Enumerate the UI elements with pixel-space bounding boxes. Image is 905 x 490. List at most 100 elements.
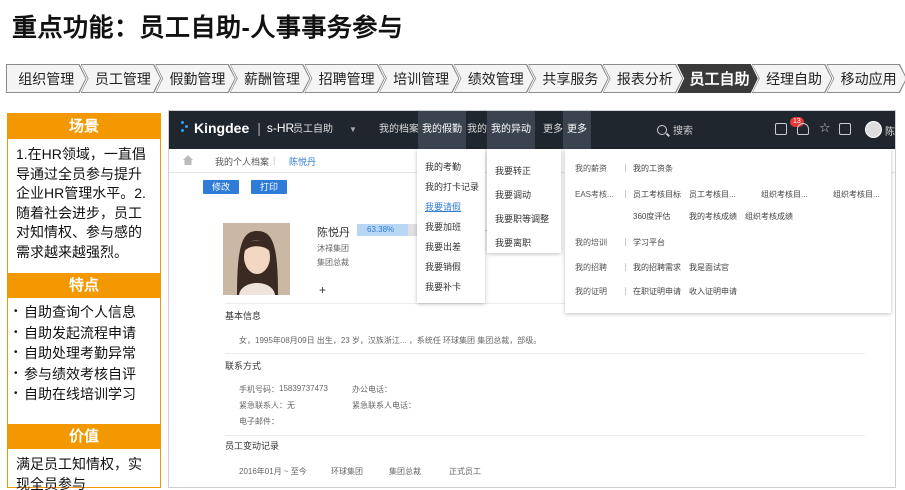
nav-item-label: 移动应用 <box>827 65 905 92</box>
change-menu-item[interactable]: 我要调动 <box>487 183 561 207</box>
more-menu-item[interactable]: 学习平台 <box>633 237 665 248</box>
nav-item-8[interactable]: 报表分析 <box>603 64 684 93</box>
user-name[interactable]: 陈悦 <box>885 123 895 138</box>
change-position: 集团总裁 <box>389 467 421 476</box>
more-menu-item[interactable]: 组织考核目... <box>761 189 808 200</box>
chevron-down-icon[interactable]: ▼ <box>349 125 357 134</box>
feature-item: • 自助处理考勤异常 <box>14 345 136 361</box>
menu-my-attendance[interactable]: 我的假勤 <box>418 111 466 149</box>
more-menu: 我的薪资 我的工资条 EAS考核... 员工考核目标 员工考核目... 组织考核目... 组… <box>565 149 891 313</box>
nav-item-label: 员工管理 <box>82 65 161 92</box>
crumb-archive[interactable]: 我的个人档案 <box>215 155 269 168</box>
print-button[interactable]: 打印 <box>251 180 288 194</box>
home-icon[interactable] <box>183 155 193 165</box>
employee-photo <box>223 223 290 295</box>
more-menu-group: 我的证明 <box>575 287 607 296</box>
nav-item-label: 培训管理 <box>380 65 459 92</box>
value-text: 满足员工知情权，实现全员参与 <box>16 456 142 490</box>
attendance-menu-item[interactable]: 我要补卡 <box>417 277 485 297</box>
attendance-menu-item[interactable]: 我的考勤 <box>417 157 485 177</box>
more-menu-item[interactable]: 我的招聘需求 <box>633 262 681 273</box>
mobile-label: 手机号码： <box>239 385 279 394</box>
menu-my-change[interactable]: 我的异动 <box>487 111 535 149</box>
emergency-value: 无 <box>287 401 295 410</box>
nav-item-5[interactable]: 培训管理 <box>379 64 460 93</box>
nav-item-label: 共享服务 <box>529 65 608 92</box>
section-contact: 联系方式 <box>225 361 262 371</box>
search-box[interactable]: 搜索 <box>657 122 693 137</box>
feature-item: • 自助查询个人信息 <box>14 304 136 320</box>
nav-item-7[interactable]: 共享服务 <box>528 64 609 93</box>
attendance-menu-item[interactable]: 我要请假 <box>417 197 485 217</box>
nav-item-label: 组织管理 <box>7 65 86 92</box>
more-menu-item[interactable]: 收入证明申请 <box>689 286 737 297</box>
module-nav: 组织管理 员工管理 假勤管理 薪酬管理 招聘管理 培训管理 绩效管理 共享服务 报表分析 员工自助… <box>6 64 901 93</box>
nav-item-1[interactable]: 员工管理 <box>81 64 162 93</box>
more-menu-item[interactable]: 在职证明申请 <box>633 286 681 297</box>
app-topbar: Kingdee | s-HR 员工自助 ▼ 我的档案 我的假勤 我的... 我的异动… <box>169 111 895 149</box>
menu-self-service[interactable]: 员工自助 <box>293 111 333 149</box>
office-phone-label: 办公电话： <box>352 385 392 394</box>
change-menu-item[interactable]: 我要职等调整 <box>487 207 561 231</box>
nav-item-4[interactable]: 招聘管理 <box>304 64 385 93</box>
scene-text: 1.在HR领域，一直倡导通过全员参与提升企业HR管理水平。2.随着社会进步，员工… <box>16 146 146 260</box>
attendance-menu-item[interactable]: 我要加班 <box>417 217 485 237</box>
more-menu-item[interactable]: 我的考核成绩 <box>689 211 737 222</box>
attendance-menu-item[interactable]: 我要出差 <box>417 237 485 257</box>
feature-list: • 自助查询个人信息 • 自助发起流程申请 • 自助处理考勤异常 • 参与绩效考核自评 • 自助在… <box>8 298 160 424</box>
menu-more-prefix[interactable]: 更多 <box>543 111 563 149</box>
section-basic: 基本信息 <box>225 311 262 321</box>
task-icon[interactable] <box>775 123 787 135</box>
nav-item-label: 薪酬管理 <box>231 65 310 92</box>
attendance-menu-item[interactable]: 我要销假 <box>417 257 485 277</box>
more-menu-group: 我的招聘 <box>575 263 607 272</box>
nav-item-11[interactable]: 移动应用 <box>826 64 905 93</box>
bell-icon[interactable] <box>797 123 809 135</box>
nav-item-2[interactable]: 假勤管理 <box>155 64 236 93</box>
more-menu-item[interactable]: 组织考核成绩 <box>745 211 793 222</box>
feature-item: • 参与绩效考核自评 <box>14 365 136 382</box>
info-panel: 场景 1.在HR领域，一直倡导通过全员参与提升企业HR管理水平。2.随着社会进步… <box>7 113 161 490</box>
nav-item-6[interactable]: 绩效管理 <box>453 64 534 93</box>
emergency-label: 紧急联系人： <box>239 401 287 410</box>
feature-item: • 自助发起流程申请 <box>14 324 136 341</box>
employee-company: 沐禄集团 <box>317 244 349 253</box>
feature-header: 特点 <box>8 273 160 298</box>
page-title: 重点功能：员工自助-人事事务参与 <box>12 14 404 42</box>
change-menu: 我要转正 我要调动 我要职等调整 我要离职 <box>487 149 561 253</box>
change-type: 正式员工 <box>449 467 481 476</box>
more-menu-item[interactable]: 员工考核目标 <box>633 189 681 200</box>
menu-more[interactable]: 更多 <box>563 111 591 149</box>
grid-icon[interactable] <box>839 123 851 135</box>
crumb-person[interactable]: 陈悦丹 <box>289 155 316 168</box>
more-menu-item[interactable]: 组织考核目... <box>833 189 880 200</box>
edit-button[interactable]: 修改 <box>203 180 240 194</box>
more-menu-item[interactable]: 我是面试官 <box>689 262 729 273</box>
avatar[interactable] <box>865 121 882 138</box>
nav-item-label: 员工自助 <box>678 65 757 92</box>
attendance-menu: 我的考勤 我的打卡记录 我要请假 我要加班 我要出差 我要销假 我要补卡 <box>417 149 485 303</box>
profile-completion: 63.38% <box>357 224 408 236</box>
kingdee-logo: Kingdee | s-HR <box>181 120 294 136</box>
attendance-menu-item[interactable]: 我的打卡记录 <box>417 177 485 197</box>
nav-item-3[interactable]: 薪酬管理 <box>230 64 311 93</box>
change-menu-item[interactable]: 我要离职 <box>487 231 561 255</box>
emergency-phone-label: 紧急联系人电话： <box>352 401 416 410</box>
more-menu-item[interactable]: 我的工资条 <box>633 163 673 174</box>
more-menu-group: 我的培训 <box>575 238 607 247</box>
change-date: 2016年01月 ~ 至今 <box>239 467 307 476</box>
menu-my-archive[interactable]: 我的档案 <box>379 111 419 149</box>
nav-item-9[interactable]: 员工自助 <box>677 64 758 93</box>
scene-header: 场景 <box>8 114 160 139</box>
add-icon[interactable]: + <box>319 283 326 297</box>
nav-item-0[interactable]: 组织管理 <box>6 64 87 93</box>
nav-item-10[interactable]: 经理自助 <box>752 64 833 93</box>
star-icon[interactable]: ☆ <box>819 120 831 136</box>
search-icon <box>657 124 667 135</box>
change-menu-item[interactable]: 我要转正 <box>487 159 561 183</box>
feature-item: • 自助在线培训学习 <box>14 386 136 402</box>
more-menu-item[interactable]: 员工考核目... <box>689 189 736 200</box>
more-menu-item[interactable]: 360度评估 <box>633 211 670 222</box>
section-change: 员工变动记录 <box>225 441 280 451</box>
employee-dept: 集团总裁 <box>317 258 349 267</box>
